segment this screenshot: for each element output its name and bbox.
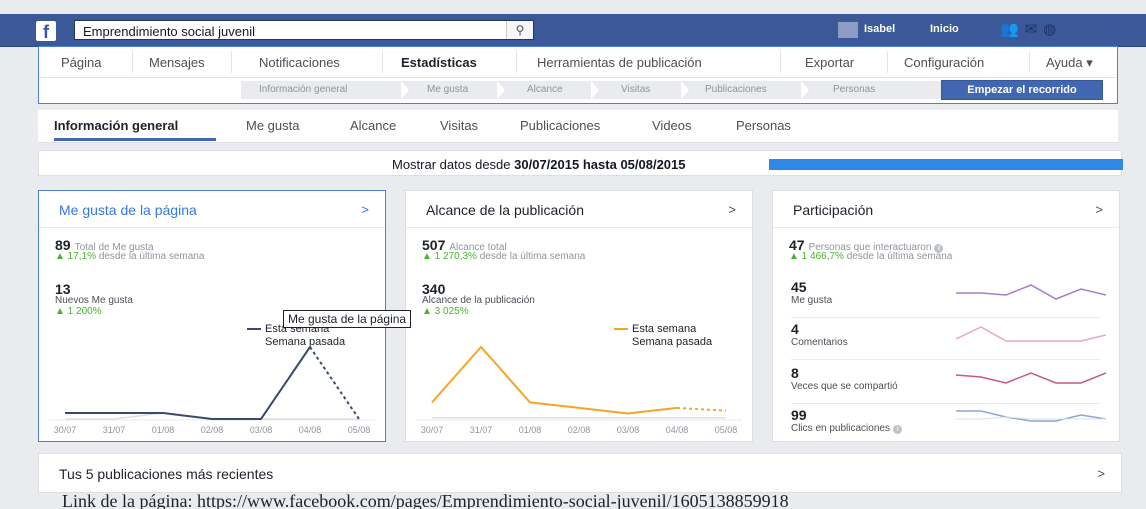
- x-tick-label: 04/08: [666, 425, 689, 435]
- series-line-esta-semana: [65, 346, 311, 420]
- reach-card[interactable]: Alcance de la publicación > 507 Alcance t…: [405, 190, 753, 442]
- globe-icon[interactable]: ◍: [1043, 21, 1062, 38]
- page-nav-main: Página Mensajes Notificaciones Estadísti…: [39, 47, 1117, 78]
- x-tick-label: 30/07: [421, 425, 444, 435]
- date-from: 30/07/2015: [514, 157, 580, 172]
- home-link[interactable]: Inicio: [930, 23, 959, 35]
- x-tick-label: 04/08: [299, 425, 322, 435]
- info-icon[interactable]: i: [892, 425, 902, 434]
- nav-mensajes[interactable]: Mensajes: [149, 55, 205, 70]
- sparkline-clicks: [956, 410, 1106, 422]
- x-tick-label: 05/08: [348, 425, 371, 435]
- tab-posts[interactable]: Publicaciones: [520, 118, 600, 133]
- x-tick-label: 02/08: [568, 425, 591, 435]
- tour-steps: Información general Me gusta Alcance Vis…: [241, 81, 941, 99]
- nav-pagina[interactable]: Página: [61, 55, 101, 70]
- tour-step-people[interactable]: Personas: [833, 84, 875, 95]
- chart-tooltip: Me gusta de la página: [283, 310, 412, 328]
- x-tick-label: 01/08: [152, 425, 175, 435]
- tour-step-visits[interactable]: Visitas: [621, 84, 650, 95]
- nav-configuracion[interactable]: Configuración: [904, 55, 984, 70]
- recent-posts-title[interactable]: Tus 5 publicaciones más recientes: [59, 466, 273, 482]
- user-name-link[interactable]: Isabel: [864, 23, 895, 35]
- search-value: Emprendimiento social juvenil: [83, 24, 255, 39]
- engagement-card-header[interactable]: Participación >: [773, 191, 1119, 228]
- tab-general[interactable]: Información general: [54, 118, 178, 133]
- start-tour-button[interactable]: Empezar el recorrido: [941, 80, 1103, 100]
- metric-row-shares[interactable]: 8 Veces que se compartió: [791, 365, 1106, 404]
- series-line-esta-semana-partial: [676, 406, 727, 412]
- page-nav: Página Mensajes Notificaciones Estadísti…: [38, 46, 1118, 104]
- facebook-logo-icon[interactable]: f: [36, 21, 56, 42]
- notification-icons: 👥✉◍: [1000, 20, 1062, 38]
- likes-total-change: ▲ 17,1% desde la última semana: [55, 251, 205, 262]
- likes-card-title[interactable]: Me gusta de la página: [59, 202, 197, 218]
- likes-line-chart[interactable]: 30/07 31/07 01/08 02/08 03/08 04/08 05/08: [39, 341, 385, 441]
- tour-step-general[interactable]: Información general: [259, 84, 347, 95]
- x-tick-label: 03/08: [250, 425, 273, 435]
- sparkline-comments: [956, 326, 1106, 342]
- x-tick-label: 31/07: [103, 425, 126, 435]
- x-tick-label: 01/08: [519, 425, 542, 435]
- chevron-right-icon[interactable]: >: [728, 202, 736, 217]
- tab-people[interactable]: Personas: [736, 118, 791, 133]
- tab-videos[interactable]: Videos: [652, 118, 692, 133]
- top-bar: f Emprendimiento social juvenil ⚲ Isabel…: [0, 14, 1146, 47]
- tab-likes[interactable]: Me gusta: [246, 118, 299, 133]
- likes-card-header[interactable]: Me gusta de la página >: [39, 191, 385, 228]
- chevron-right-icon[interactable]: >: [361, 202, 369, 217]
- page-link-text: Link de la página: https://www.facebook.…: [62, 493, 789, 509]
- engagement-card[interactable]: Participación > 47 Personas que interactu…: [772, 190, 1120, 442]
- tab-visits[interactable]: Visitas: [440, 118, 478, 133]
- tab-reach[interactable]: Alcance: [350, 118, 396, 133]
- metric-row-likes[interactable]: 45 Me gusta: [791, 279, 1106, 318]
- series-line-esta-semana-partial: [309, 346, 360, 420]
- nav-notificaciones[interactable]: Notificaciones: [259, 55, 340, 70]
- metric-row-clicks[interactable]: 99 Clics en publicaciones i: [791, 407, 1106, 445]
- x-tick-label: 03/08: [617, 425, 640, 435]
- reach-line-chart[interactable]: 30/07 31/07 01/08 02/08 03/08 04/08 05/08: [406, 341, 752, 441]
- active-tab-indicator: [54, 138, 216, 141]
- nav-exportar[interactable]: Exportar: [805, 55, 854, 70]
- search-input[interactable]: Emprendimiento social juvenil ⚲: [74, 20, 534, 40]
- engagement-total-change: ▲ 1 466,7% desde la última semana: [789, 251, 953, 262]
- engagement-card-title[interactable]: Participación: [793, 202, 873, 218]
- reach-card-header[interactable]: Alcance de la publicación >: [406, 191, 752, 228]
- legend-this-week: Esta semana: [614, 323, 696, 335]
- avatar[interactable]: [838, 22, 858, 38]
- date-range-text: Mostrar datos desde 30/07/2015 hasta 05/…: [392, 157, 686, 172]
- reach-post-label: Alcance de la publicación: [422, 295, 535, 306]
- metric-row-comments[interactable]: 4 Comentarios: [791, 321, 1106, 360]
- search-icon[interactable]: ⚲: [506, 21, 533, 39]
- nav-herramientas[interactable]: Herramientas de publicación: [537, 55, 702, 70]
- nav-ayuda[interactable]: Ayuda ▾: [1046, 55, 1093, 71]
- series-line-esta-semana: [431, 345, 678, 415]
- likes-new-label: Nuevos Me gusta: [55, 295, 133, 306]
- nav-estadisticas[interactable]: Estadísticas: [401, 55, 477, 70]
- insights-tabs: Información general Me gusta Alcance Vis…: [38, 110, 1118, 143]
- x-tick-label: 31/07: [470, 425, 493, 435]
- date-range-selection[interactable]: [769, 159, 1123, 170]
- recent-posts-section[interactable]: Tus 5 publicaciones más recientes >: [38, 453, 1122, 493]
- x-tick-label: 02/08: [201, 425, 224, 435]
- tour-step-posts[interactable]: Publicaciones: [705, 84, 767, 95]
- chevron-right-icon[interactable]: >: [1097, 466, 1105, 481]
- date-to: 05/08/2015: [620, 157, 686, 172]
- sparkline-shares: [956, 372, 1106, 384]
- messages-icon[interactable]: ✉: [1025, 21, 1044, 38]
- chevron-right-icon[interactable]: >: [1095, 202, 1103, 217]
- tour-step-likes[interactable]: Me gusta: [427, 84, 468, 95]
- x-tick-label: 30/07: [54, 425, 77, 435]
- friends-icon[interactable]: 👥: [1000, 21, 1025, 38]
- date-range-bar: Mostrar datos desde 30/07/2015 hasta 05/…: [38, 150, 1123, 176]
- x-tick-label: 05/08: [715, 425, 738, 435]
- reach-card-title[interactable]: Alcance de la publicación: [426, 202, 584, 218]
- tour-step-reach[interactable]: Alcance: [527, 84, 563, 95]
- reach-total-change: ▲ 1 270,3% desde la última semana: [422, 251, 586, 262]
- likes-new-change: ▲ 1 200%: [55, 306, 102, 317]
- reach-post-change: ▲ 3 025%: [422, 306, 469, 317]
- sparkline-likes: [956, 284, 1106, 300]
